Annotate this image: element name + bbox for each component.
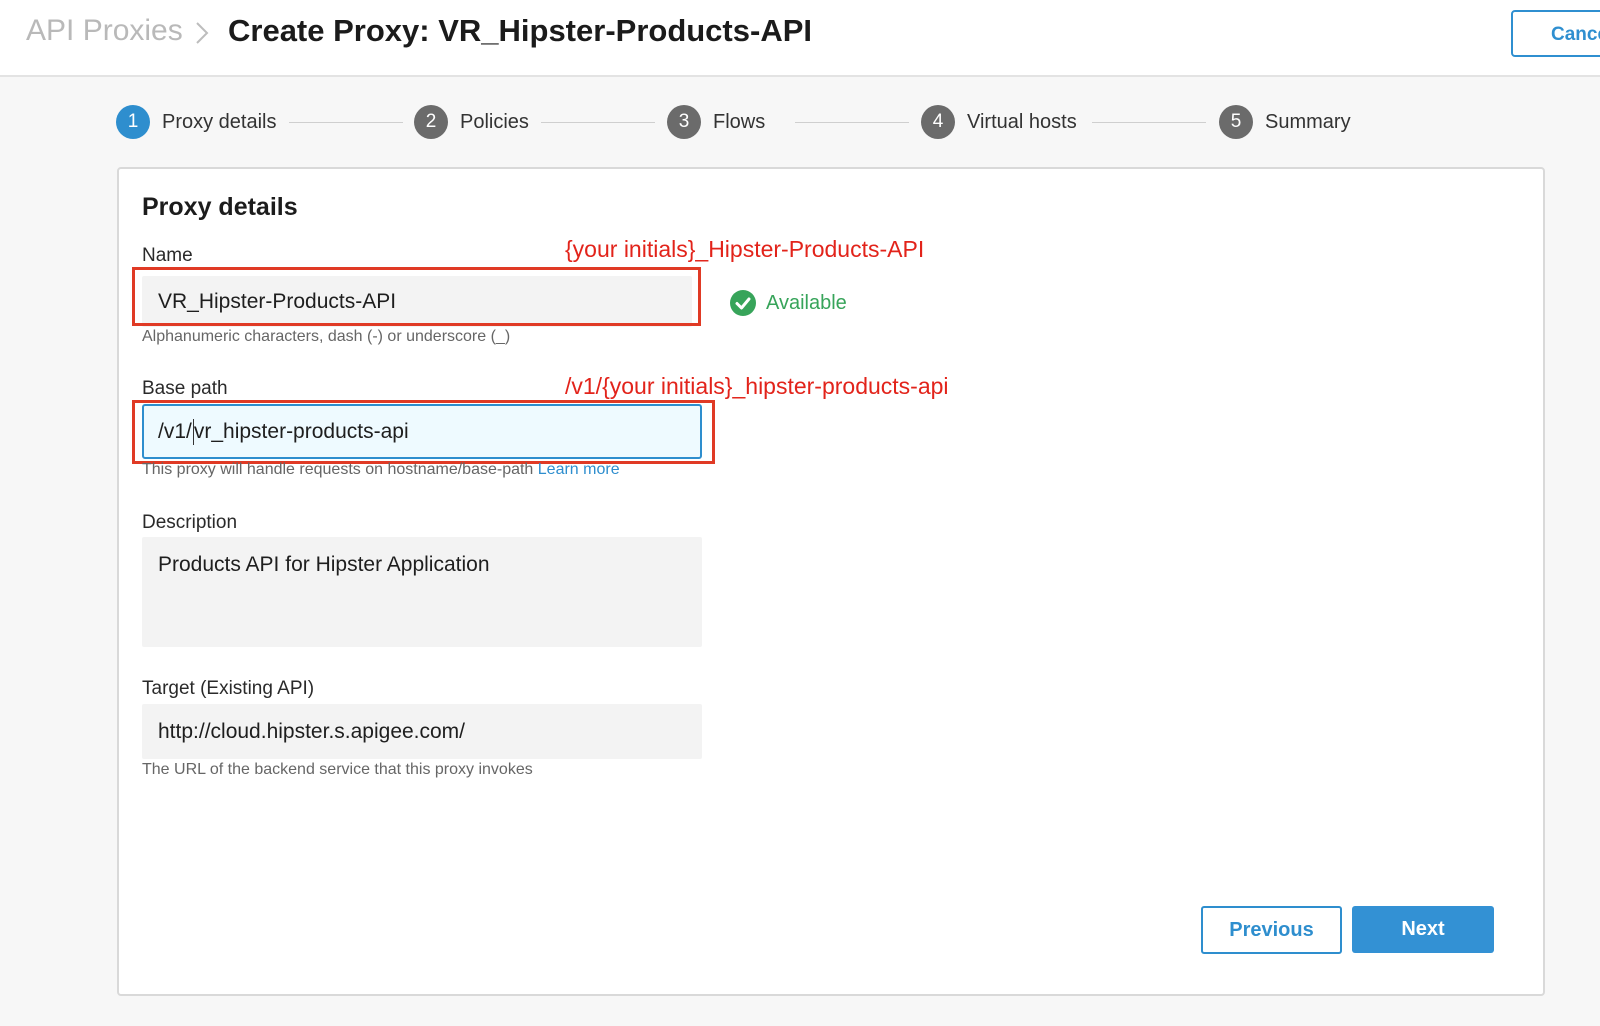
name-availability: Available bbox=[730, 290, 847, 316]
base-path-hint-text: This proxy will handle requests on hostn… bbox=[142, 461, 534, 478]
base-path-hint: This proxy will handle requests on hostn… bbox=[142, 461, 620, 479]
step-number: 5 bbox=[1219, 105, 1253, 139]
base-path-value: vr_hipster-products-api bbox=[193, 419, 409, 443]
page-title: Create Proxy: VR_Hipster-Products-API bbox=[228, 13, 812, 48]
step-label: Policies bbox=[460, 110, 529, 133]
cancel-button[interactable]: Cancel bbox=[1511, 10, 1600, 57]
base-path-input[interactable]: /v1/vr_hipster-products-api bbox=[142, 404, 702, 459]
step-connector bbox=[795, 122, 909, 123]
learn-more-link[interactable]: Learn more bbox=[538, 461, 620, 478]
target-input[interactable]: http://cloud.hipster.s.apigee.com/ bbox=[142, 704, 702, 759]
name-hint: Alphanumeric characters, dash (-) or und… bbox=[142, 328, 511, 345]
step-flows[interactable]: 3 Flows bbox=[667, 104, 765, 140]
description-label: Description bbox=[142, 512, 238, 533]
step-number: 1 bbox=[116, 105, 150, 139]
proxy-details-panel: Proxy details Name {your initials}_Hipst… bbox=[117, 167, 1545, 996]
target-label: Target (Existing API) bbox=[142, 678, 315, 699]
breadcrumb-api-proxies[interactable]: API Proxies bbox=[26, 14, 183, 48]
step-proxy-details[interactable]: 1 Proxy details bbox=[116, 104, 277, 140]
step-label: Virtual hosts bbox=[967, 110, 1077, 133]
step-connector bbox=[289, 122, 403, 123]
step-label: Summary bbox=[1265, 110, 1351, 133]
step-virtual-hosts[interactable]: 4 Virtual hosts bbox=[921, 104, 1077, 140]
description-textarea[interactable]: Products API for Hipster Application bbox=[142, 537, 702, 647]
availability-status: Available bbox=[766, 291, 847, 314]
target-value: http://cloud.hipster.s.apigee.com/ bbox=[158, 719, 466, 743]
base-path-annotation: /v1/{your initials}_hipster-products-api bbox=[565, 373, 949, 399]
step-label: Proxy details bbox=[162, 110, 277, 133]
name-input[interactable]: VR_Hipster-Products-API bbox=[142, 276, 692, 327]
step-number: 4 bbox=[921, 105, 955, 139]
name-input-value: VR_Hipster-Products-API bbox=[158, 289, 397, 313]
description-value: Products API for Hipster Application bbox=[158, 553, 490, 576]
base-path-label: Base path bbox=[142, 378, 228, 399]
step-number: 3 bbox=[667, 105, 701, 139]
check-circle-icon bbox=[730, 290, 756, 316]
base-path-prefix: /v1/ bbox=[158, 419, 192, 443]
step-number: 2 bbox=[414, 105, 448, 139]
target-hint: The URL of the backend service that this… bbox=[142, 761, 533, 778]
step-label: Flows bbox=[713, 110, 766, 133]
top-bar: API Proxies Create Proxy: VR_Hipster-Pro… bbox=[0, 0, 1600, 77]
name-label: Name bbox=[142, 245, 193, 266]
section-title: Proxy details bbox=[142, 193, 298, 221]
step-policies[interactable]: 2 Policies bbox=[414, 104, 529, 140]
step-summary[interactable]: 5 Summary bbox=[1219, 104, 1351, 140]
name-annotation: {your initials}_Hipster-Products-API bbox=[565, 236, 925, 262]
previous-button[interactable]: Previous bbox=[1201, 906, 1342, 954]
step-connector bbox=[1092, 122, 1206, 123]
next-button[interactable]: Next bbox=[1352, 906, 1494, 953]
chevron-right-icon bbox=[196, 22, 209, 44]
step-connector bbox=[541, 122, 655, 123]
wizard-stepper: 1 Proxy details 2 Policies 3 Flows 4 Vir… bbox=[0, 104, 1600, 144]
